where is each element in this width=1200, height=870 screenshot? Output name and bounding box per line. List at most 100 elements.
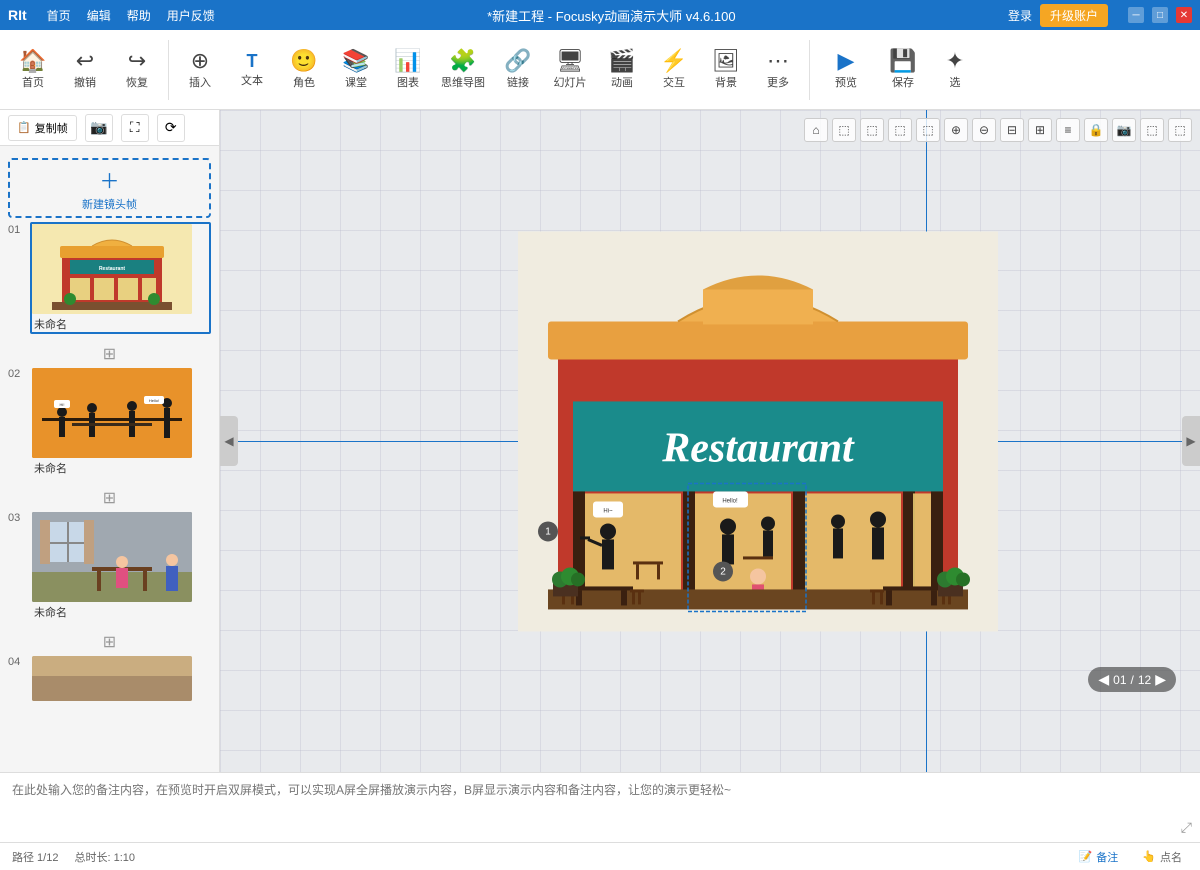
note-label: 备注 [1096, 849, 1118, 865]
toolbar-redo[interactable]: ↪ 恢复 [112, 46, 162, 94]
slides-list: ＋ 新建镜头帧 01 [0, 146, 219, 772]
window-controls: ─ □ ✕ [1128, 7, 1192, 23]
maximize-button[interactable]: □ [1152, 7, 1168, 23]
toolbar-character[interactable]: 🙂 角色 [279, 46, 329, 94]
chart-icon: 📊 [394, 50, 421, 72]
slide-03-svg [32, 512, 192, 602]
canvas-extra-btn-2[interactable]: ⬚ [1168, 118, 1192, 142]
toolbar-home-label: 首页 [22, 74, 44, 90]
toolbar-select[interactable]: ✦ 选 [930, 46, 980, 94]
canvas-frame-btn-2[interactable]: ⬚ [860, 118, 884, 142]
canvas-frame-btn-1[interactable]: ⬚ [832, 118, 856, 142]
canvas-align-btn[interactable]: ≡ [1056, 118, 1080, 142]
copy-frame-button[interactable]: 📋 复制帧 [8, 115, 77, 141]
slide-01-container: Restaurant [30, 222, 211, 334]
canvas-zoom-out-btn[interactable]: ⊖ [972, 118, 996, 142]
toolbar-interact-label: 交互 [663, 74, 685, 90]
canvas-home-btn[interactable]: ⌂ [804, 118, 828, 142]
toolbar-background[interactable]: 🖼 背景 [701, 46, 751, 94]
slide-thumb-02[interactable]: Hi! Hello! 未命名 [30, 366, 211, 478]
toolbar-chart[interactable]: 📊 图表 [383, 46, 433, 94]
svg-text:Restaurant: Restaurant [99, 266, 125, 272]
login-button[interactable]: 登录 [1008, 7, 1032, 24]
slide-sep-2: ⊞ [8, 486, 211, 510]
refresh-button[interactable]: ⟳ [157, 114, 185, 142]
canvas-frame-btn-4[interactable]: ⬚ [916, 118, 940, 142]
canvas-camera-btn[interactable]: 📷 [1112, 118, 1136, 142]
toolbar-more[interactable]: ⋯ 更多 [753, 46, 803, 94]
panel-collapse-button[interactable]: ◀ [220, 416, 238, 466]
panel-toolbar: 📋 复制帧 📷 ⛶ ⟳ [0, 110, 219, 146]
menu-feedback[interactable]: 用户反馈 [167, 7, 215, 24]
svg-text:Hi~: Hi~ [603, 508, 613, 514]
slide-02-container: Hi! Hello! 未命名 [30, 366, 211, 478]
toolbar-link[interactable]: 🔗 链接 [493, 46, 543, 94]
canvas-extra-btn-1[interactable]: ⬚ [1140, 118, 1164, 142]
svg-text:Restaurant: Restaurant [661, 425, 855, 471]
status-right: 📝 备注 👆 点名 [1073, 847, 1188, 867]
fullscreen-button[interactable]: ⛶ [121, 114, 149, 142]
toolbar-save-label: 保存 [892, 74, 914, 90]
canvas-snap-btn[interactable]: 🔒 [1084, 118, 1108, 142]
badge-2: 2 [713, 561, 733, 581]
window-title: *新建工程 - Focusky动画演示大师 v4.6.100 [227, 6, 996, 25]
toolbar-insert[interactable]: ⊕ 插入 [175, 46, 225, 94]
canvas-grid-btn[interactable]: ⊞ [1028, 118, 1052, 142]
restaurant-svg: Restaurant [518, 231, 998, 631]
toolbar-classroom[interactable]: 📚 课堂 [331, 46, 381, 94]
expand-notes-button[interactable]: ⤢ [1181, 819, 1192, 836]
toolbar-interact[interactable]: ⚡ 交互 [649, 46, 699, 94]
notes-input[interactable] [12, 781, 1188, 834]
toolbar-undo-label: 撤销 [74, 74, 96, 90]
total-pages: 12 [1138, 673, 1151, 687]
canvas-frame-btn-3[interactable]: ⬚ [888, 118, 912, 142]
canvas-fit-btn[interactable]: ⊟ [1000, 118, 1024, 142]
note-icon: 📝 [1079, 850, 1093, 863]
point-label: 点名 [1160, 849, 1182, 865]
menu-file[interactable]: 首页 [47, 7, 71, 24]
interact-icon: ⚡ [660, 50, 687, 72]
toolbar-link-label: 链接 [507, 74, 529, 90]
canvas-zoom-in-btn[interactable]: ⊕ [944, 118, 968, 142]
close-button[interactable]: ✕ [1176, 7, 1192, 23]
toolbar-preview[interactable]: ▶ 预览 [816, 46, 876, 94]
background-icon: 🖼 [712, 50, 740, 72]
slide-thumb-01[interactable]: Restaurant [30, 222, 211, 334]
minimize-button[interactable]: ─ [1128, 7, 1144, 23]
prev-page-button[interactable]: ◀ [1098, 671, 1109, 688]
right-collapse-button[interactable]: ▶ [1182, 416, 1200, 466]
point-button[interactable]: 👆 点名 [1136, 847, 1188, 867]
page-separator: / [1131, 673, 1134, 687]
slide-thumb-03[interactable]: 未命名 [30, 510, 211, 622]
character-icon: 🙂 [290, 50, 317, 72]
next-page-button[interactable]: ▶ [1155, 671, 1166, 688]
mindmap-icon: 🧩 [449, 50, 476, 72]
refresh-icon: ⟳ [165, 119, 177, 136]
plus-icon: ＋ [100, 165, 120, 194]
toolbar-mindmap[interactable]: 🧩 思维导图 [435, 46, 491, 94]
slide-item-02: 02 [8, 366, 211, 478]
toolbar-undo[interactable]: ↩ 撤销 [60, 46, 110, 94]
slide-sep-1: ⊞ [8, 342, 211, 366]
upgrade-button[interactable]: 升级账户 [1040, 4, 1108, 27]
new-frame-button[interactable]: ＋ 新建镜头帧 [8, 158, 211, 218]
toolbar-animation-label: 动画 [611, 74, 633, 90]
slide-02-svg: Hi! Hello! [32, 368, 192, 458]
slide-01-svg: Restaurant [32, 224, 192, 314]
toolbar-save[interactable]: 💾 保存 [878, 46, 928, 94]
badge-1: 1 [538, 521, 558, 541]
menu-edit[interactable]: 编辑 [87, 7, 111, 24]
note-button[interactable]: 📝 备注 [1073, 847, 1125, 867]
menu-help[interactable]: 帮助 [127, 7, 151, 24]
classroom-icon: 📚 [342, 50, 369, 72]
slide-num-01: 01 [8, 224, 24, 236]
new-frame-label: 新建镜头帧 [82, 196, 137, 212]
toolbar-animation[interactable]: 🎬 动画 [597, 46, 647, 94]
slide-thumb-04[interactable] [30, 654, 211, 703]
toolbar-slideshow[interactable]: 🖥 幻灯片 [545, 46, 595, 94]
screenshot-button[interactable]: 📷 [85, 114, 113, 142]
more-icon: ⋯ [767, 50, 789, 72]
toolbar-text[interactable]: T 文本 [227, 48, 277, 92]
toolbar-home[interactable]: 🏠 首页 [8, 46, 58, 94]
toolbar-more-label: 更多 [767, 74, 789, 90]
